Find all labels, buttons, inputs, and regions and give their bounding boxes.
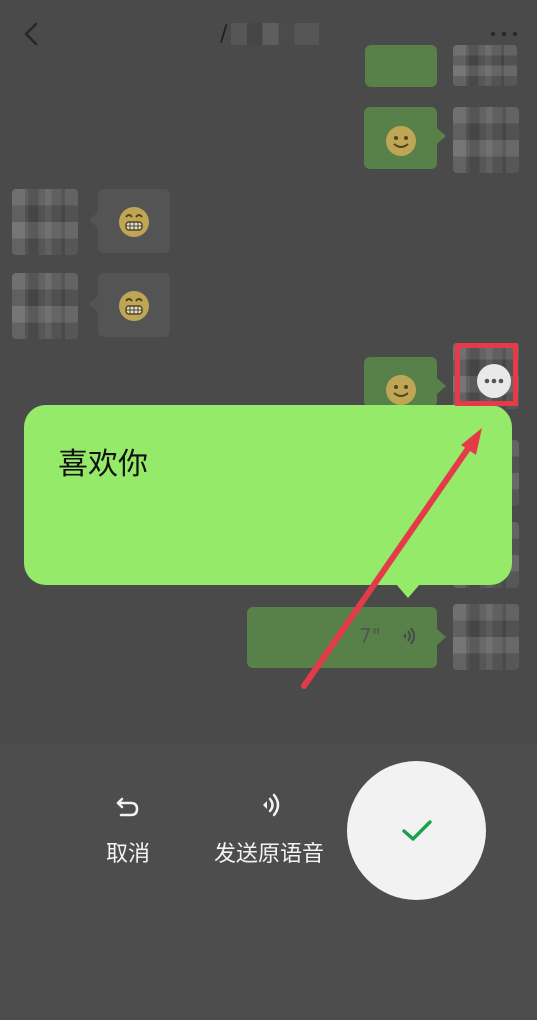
transcription-bubble xyxy=(24,405,512,585)
more-icon xyxy=(484,378,504,384)
transcription-text: 喜欢你 xyxy=(58,447,148,482)
cancel-button[interactable]: 取消 xyxy=(96,790,160,882)
speaker-icon xyxy=(263,793,280,817)
confirm-button[interactable] xyxy=(347,761,486,900)
undo-icon xyxy=(116,797,139,817)
transcription-bubble-tail xyxy=(396,584,420,598)
send-original-voice-button[interactable]: 发送原语音 xyxy=(199,790,339,882)
more-options-button[interactable] xyxy=(477,364,511,398)
send-original-label: 发送原语音 xyxy=(213,842,324,867)
cancel-label: 取消 xyxy=(105,842,150,867)
check-icon xyxy=(401,819,432,841)
